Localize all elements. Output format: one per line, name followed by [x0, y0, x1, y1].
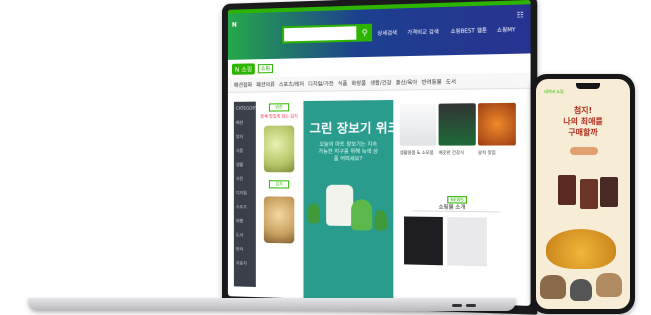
- sidebar-item[interactable]: 스포츠: [234, 200, 256, 214]
- page-body: CATEGORY 패션 뷰티 식품 생활 가전 디지털 스포츠 여행 도서 반려…: [228, 90, 531, 306]
- category-item[interactable]: 도서: [446, 78, 456, 85]
- golf-club-image[interactable]: [447, 217, 487, 267]
- kimchi-image[interactable]: [263, 125, 295, 173]
- product-title[interactable]: 깨끗한 건강식: [439, 150, 476, 156]
- sidebar-item[interactable]: 가전: [234, 172, 256, 186]
- category-item[interactable]: 패션잡화: [234, 81, 252, 88]
- sidebar-item[interactable]: 디지털: [234, 186, 256, 200]
- laptop: N ⚲ 상세검색 가격비교 검색 쇼핑BEST 웹툰 쇼핑MY ☷ N 쇼핑 쇼…: [222, 0, 538, 315]
- marketing-scene: N ⚲ 상세검색 가격비교 검색 쇼핑BEST 웹툰 쇼핑MY ☷ N 쇼핑 쇼…: [0, 0, 651, 315]
- phone-title-line: 나의 최애를: [563, 117, 603, 126]
- clothing-image[interactable]: [404, 216, 443, 266]
- header-link-best[interactable]: 쇼핑BEST: [451, 27, 475, 35]
- shop-tag[interactable]: 쇼핑: [257, 63, 274, 74]
- pet-food-bag[interactable]: [580, 179, 598, 209]
- banner-subtitle: 오늘의 마트 장보기는 지속가능한 지구를 위해 녹색 상품 어떠세요?: [318, 141, 378, 163]
- leaf-icon: [307, 202, 320, 224]
- pet-food-bag[interactable]: [600, 177, 618, 207]
- pet-food-bag[interactable]: [558, 175, 576, 205]
- shop-logo[interactable]: N 쇼핑: [231, 63, 256, 75]
- grid-icon[interactable]: ☷: [517, 11, 524, 20]
- sidebar-item[interactable]: 반려: [234, 242, 256, 257]
- product-card[interactable]: [478, 102, 516, 146]
- category-item[interactable]: 화장품: [352, 79, 366, 86]
- laptop-base: [28, 298, 516, 311]
- category-item[interactable]: 스포츠/레저: [279, 80, 304, 87]
- category-item[interactable]: 디지털/가전: [308, 80, 333, 88]
- promo-badge-2: 김치: [268, 180, 290, 189]
- product-title[interactable]: 갈치 맛집: [478, 150, 516, 156]
- product-title[interactable]: 생활용품 & 소모품: [400, 150, 437, 156]
- product-area: 생활용품 & 소모품 깨끗한 건강식 갈치 맛집 NEWS 쇼핑몰 소개: [398, 98, 531, 306]
- product-card[interactable]: [438, 103, 476, 146]
- phone-brand: 네이버 쇼핑: [544, 89, 564, 94]
- sidebar-item[interactable]: 생활: [234, 158, 256, 172]
- browser-header: N ⚲ 상세검색 가격비교 검색 쇼핑BEST 웹툰 쇼핑MY ☷: [227, 4, 531, 60]
- category-item[interactable]: 패션의류: [256, 81, 275, 88]
- sidebar-item[interactable]: 뷰티: [234, 130, 256, 144]
- sidebar-item[interactable]: 도서: [234, 228, 256, 242]
- sidebar-item[interactable]: 여행: [234, 214, 256, 228]
- pet-food-bowl: [546, 229, 616, 269]
- search-option-detail[interactable]: 상세검색: [377, 29, 397, 37]
- category-item[interactable]: 출산/육아: [396, 78, 418, 86]
- paper-bag-character: [326, 184, 354, 227]
- promo-badge: 반찬: [268, 103, 290, 112]
- category-item[interactable]: 반려동물: [422, 78, 442, 86]
- news-section: NEWS 쇼핑몰 소개: [412, 195, 501, 213]
- category-item[interactable]: 식품: [338, 79, 348, 86]
- search-option-compare[interactable]: 가격비교 검색: [407, 28, 439, 36]
- green-week-banner[interactable]: 그린 장보기 위크 오늘의 마트 장보기는 지속가능한 지구를 위해 녹색 상품…: [303, 99, 394, 302]
- food-image[interactable]: [263, 196, 295, 244]
- dog-illustration: [540, 275, 566, 299]
- promo-column[interactable]: 반찬 함께 맛있게 담는 김치 김치: [257, 101, 301, 299]
- phone-promo-title: 첨지! 나의 최애를 구매할까: [542, 105, 624, 138]
- phone-title-line: 첨지!: [573, 106, 593, 115]
- sidebar-item[interactable]: 자동차: [234, 256, 256, 271]
- header-link-my[interactable]: 쇼핑MY: [497, 26, 516, 34]
- dog-illustration: [596, 273, 622, 297]
- promo-text: 함께 맛있게 담는 김치: [260, 113, 298, 119]
- header-link-webtoon[interactable]: 웹툰: [477, 27, 487, 35]
- sidebar-item[interactable]: 패션: [234, 116, 256, 130]
- laptop-screen: N ⚲ 상세검색 가격비교 검색 쇼핑BEST 웹툰 쇼핑MY ☷ N 쇼핑 쇼…: [227, 0, 531, 306]
- news-title[interactable]: 쇼핑몰 소개: [439, 203, 466, 211]
- search-input[interactable]: [282, 24, 359, 44]
- product-card[interactable]: [399, 103, 437, 146]
- phone-title-line: 구매할까: [568, 128, 598, 137]
- sidebar-title: CATEGORY: [235, 105, 256, 111]
- search-icon[interactable]: ⚲: [357, 23, 373, 42]
- sidebar-item[interactable]: 식품: [234, 144, 256, 158]
- phone-screen: 네이버 쇼핑 첨지! 나의 최애를 구매할까: [536, 79, 630, 309]
- leaf-character: [351, 199, 373, 231]
- leaf-icon: [374, 209, 387, 231]
- naver-logo[interactable]: N: [232, 22, 237, 29]
- banner-title: 그린 장보기 위크: [309, 120, 394, 136]
- smartphone: 네이버 쇼핑 첨지! 나의 최애를 구매할까: [531, 74, 635, 314]
- usb-port: [452, 304, 462, 307]
- phone-cta-button[interactable]: [570, 147, 598, 155]
- usb-port: [466, 304, 476, 307]
- category-item[interactable]: 생활/건강: [370, 79, 391, 87]
- category-sidebar: CATEGORY 패션 뷰티 식품 생활 가전 디지털 스포츠 여행 도서 반려…: [233, 101, 256, 288]
- cat-illustration: [570, 279, 592, 301]
